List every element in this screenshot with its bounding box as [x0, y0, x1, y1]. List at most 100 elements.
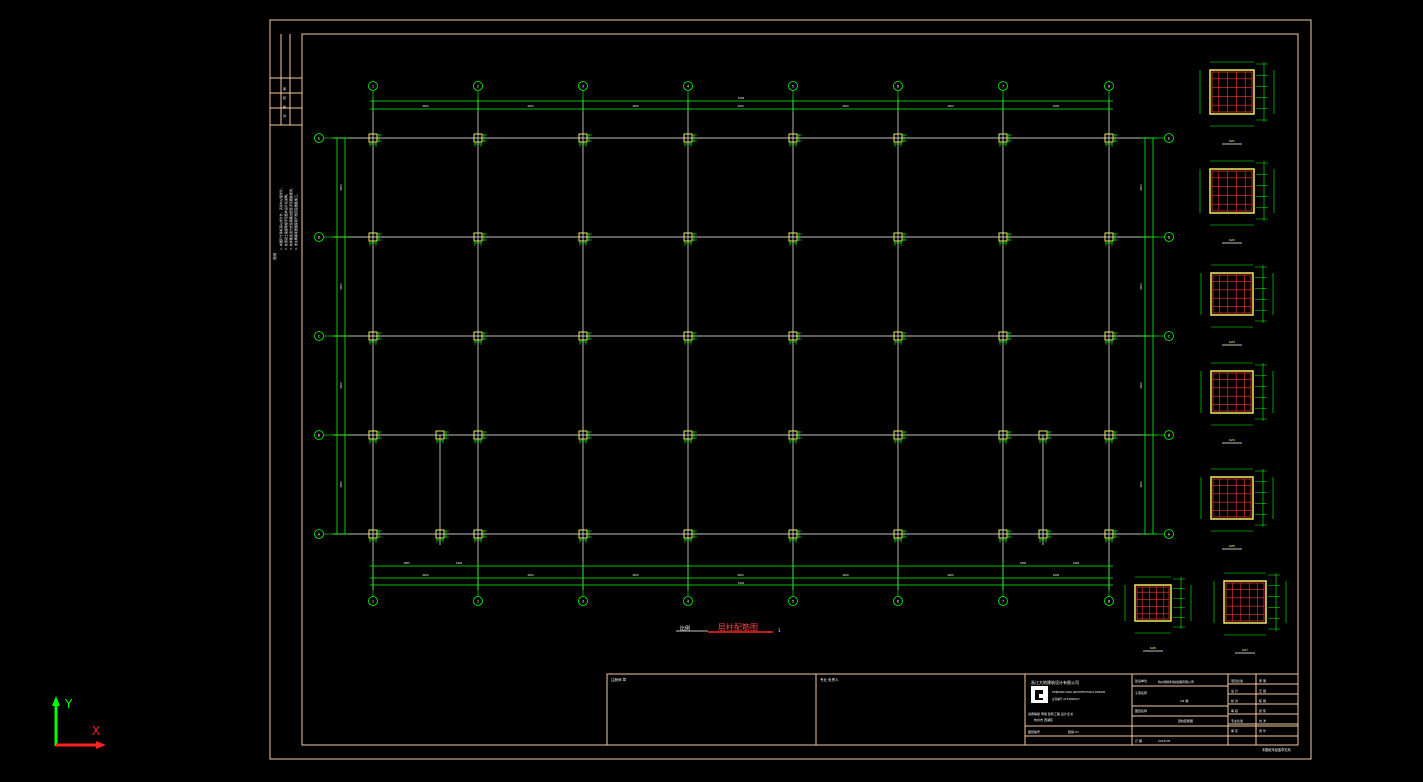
axis-bubble-left-text: E: [318, 136, 320, 140]
dimension-bay-bottom: 4200: [632, 573, 639, 577]
dimension-bay-bottom: 4200: [422, 573, 429, 577]
tb-cell1-label: 注册师 章: [611, 677, 627, 682]
title-block: 注册师 章 专业 负责人 浙江大地建筑设计有限公司 ZHEJIANG DADI …: [606, 673, 1299, 752]
dimension-sub-bay: 2400: [1073, 561, 1080, 565]
section-label: KZ7: [1242, 648, 1248, 652]
tb-role-name: 王 强: [1259, 688, 1266, 693]
column-section: KZ1: [1199, 61, 1275, 145]
section-label: KZ6: [1150, 646, 1156, 650]
dimension-bay-bottom: 4200: [737, 573, 744, 577]
section-label: KZ1: [1229, 139, 1235, 143]
dimension-bay-top: 4200: [1053, 104, 1060, 108]
tb-address: 杭州市 西湖区: [1034, 717, 1053, 722]
dimension-sub-bay: 1800: [403, 561, 410, 565]
tb-role-label: 设 计: [1231, 688, 1238, 693]
axis-bubble-right-text: A: [1168, 532, 1171, 536]
tb-bottom-mid-a: 日 期: [1135, 738, 1142, 743]
note-line: 3. 柱纵筋连接方式及箍筋加密区详见图集要求。: [288, 186, 293, 250]
dimension-row-right: 3600: [1139, 283, 1143, 290]
dimension-bay-bottom: 4200: [527, 573, 534, 577]
tb-role-name: 周 华: [1259, 728, 1266, 733]
dimension-bay-top: 4200: [632, 104, 639, 108]
section-outline: [1209, 69, 1255, 115]
section-outline: [1210, 476, 1254, 520]
tb-role-name: 张 伟: [1259, 708, 1266, 713]
section-label: KZ5: [1229, 544, 1235, 548]
tb-project-label: 建设单位: [1135, 678, 1147, 683]
axis-bubble-left-text: C: [318, 334, 321, 338]
tb-drawing-value: 层柱配筋图: [1178, 718, 1193, 723]
dimension-row-right: 3600: [1139, 481, 1143, 488]
axis-bubble-bottom-text: 4: [687, 599, 690, 603]
column-section: KZ4: [1200, 362, 1274, 444]
section-hoop: [1136, 586, 1170, 620]
tb-bottom-left-b: 结施-07: [1068, 729, 1079, 734]
ucs-x-label: X: [92, 724, 100, 738]
dimension-bay-top: 4200: [737, 104, 744, 108]
drawing-title: 层柱配筋图: [718, 622, 758, 632]
company-logo-icon: [1031, 686, 1048, 703]
axis-bubble-bottom-text: 7: [1002, 599, 1004, 603]
tb-company-sub: ZHEJIANG DADI ARCHITECTURAL DESIGN: [1052, 690, 1105, 694]
axis-bubble-left-text: D: [318, 235, 321, 239]
dimension-bay-top: 4200: [527, 104, 534, 108]
dimension-bay-top: 4200: [422, 104, 429, 108]
axis-bubble-right-text: C: [1168, 334, 1171, 338]
column-section: KZ6: [1124, 576, 1192, 652]
column-plan[interactable]: 5400 5400 4200 4200 4200 4200 4200 4200 4200 4200…: [314, 81, 1174, 606]
axis-bubble-top-text: 6: [897, 84, 899, 88]
column-section: KZ3: [1200, 264, 1274, 346]
section-hoop: [1212, 274, 1252, 314]
dimension-bay-top: 4200: [842, 104, 849, 108]
tb-subitem-value: 1# 楼: [1180, 698, 1188, 703]
column-section-details[interactable]: KZ1 KZ2 KZ3 KZ4 KZ5 KZ6 KZ7: [1124, 61, 1287, 654]
axis-bubble-top-text: 4: [687, 84, 690, 88]
section-hoop: [1211, 170, 1253, 212]
tb-role-label: 审 定: [1231, 728, 1238, 733]
note-line: 2. 柱混凝土强度等级详见结构设计总说明。: [283, 192, 288, 250]
dimension-bay-bottom: 4200: [842, 573, 849, 577]
dimension-row-left: 3600: [339, 283, 343, 290]
column-section: KZ2: [1199, 160, 1275, 244]
tb-cell2-label: 专业 负责人: [820, 677, 839, 682]
tb-role-label: 项目负责: [1231, 678, 1243, 683]
stamp-row-label: 对: [283, 113, 286, 118]
stamp-row-label: 审: [283, 86, 286, 91]
dimension-bay-bottom: 4200: [947, 573, 954, 577]
cad-drawing-canvas[interactable]: 审核校对 说明1. 本图尺寸除标高以米计外，其余均以毫米计。 2. 柱混凝土强度等…: [0, 0, 1423, 782]
tb-role-label: 审 核: [1231, 708, 1238, 713]
section-hoop: [1211, 71, 1253, 113]
tb-footer: 本图纸未经盖章无效: [1262, 747, 1291, 752]
section-hoop: [1212, 478, 1252, 518]
axis-bubble-left-text: A: [318, 532, 321, 536]
dimension-sub-bay: 1800: [1020, 561, 1027, 565]
dimension-bay-bottom: 4200: [1053, 573, 1060, 577]
tb-cert-line: 资质等级 甲级 建筑工程 设计证书: [1028, 711, 1073, 716]
axis-bubble-bottom-text: 1: [372, 599, 374, 603]
dimension-row-left: 3600: [339, 481, 343, 488]
dimension-total-bottom: 5400: [738, 581, 745, 585]
section-outline: [1210, 370, 1254, 414]
tb-bottom-left-a: 图纸编号: [1028, 729, 1040, 734]
dimension-row-left: 3600: [339, 382, 343, 389]
axis-bubble-top-text: 2: [477, 84, 479, 88]
axis-bubble-right-text: E: [1168, 136, 1170, 140]
axis-bubble-bottom-text: 6: [897, 599, 899, 603]
dimension-row-right: 3600: [1139, 382, 1143, 389]
dimension-total-top: 5400: [738, 96, 745, 100]
tb-subitem-label: 子项名称: [1135, 690, 1147, 695]
tb-company-name: 浙江大地建筑设计有限公司: [1031, 679, 1079, 685]
axis-bubble-top-text: 8: [1108, 84, 1110, 88]
tb-cert-no: 证书编号 A133000417: [1052, 697, 1080, 701]
section-outline: [1223, 580, 1267, 624]
ucs-y-label: Y: [64, 697, 73, 711]
tb-role-name: 李 明: [1259, 678, 1266, 683]
tb-project-value: 杭州鼎新科技发展有限公司: [1158, 679, 1194, 684]
sheet-inner-frame: [301, 33, 1299, 746]
note-line: 1. 本图尺寸除标高以米计外，其余均以毫米计。: [278, 186, 283, 250]
axis-bubble-bottom-text: 5: [792, 599, 794, 603]
tb-bottom-mid-b: 2018.05: [1158, 739, 1170, 743]
axis-bubble-right-text: B: [1168, 433, 1171, 437]
dimension-row-right: 3600: [1139, 184, 1143, 191]
dimension-row-left: 3600: [339, 184, 343, 191]
